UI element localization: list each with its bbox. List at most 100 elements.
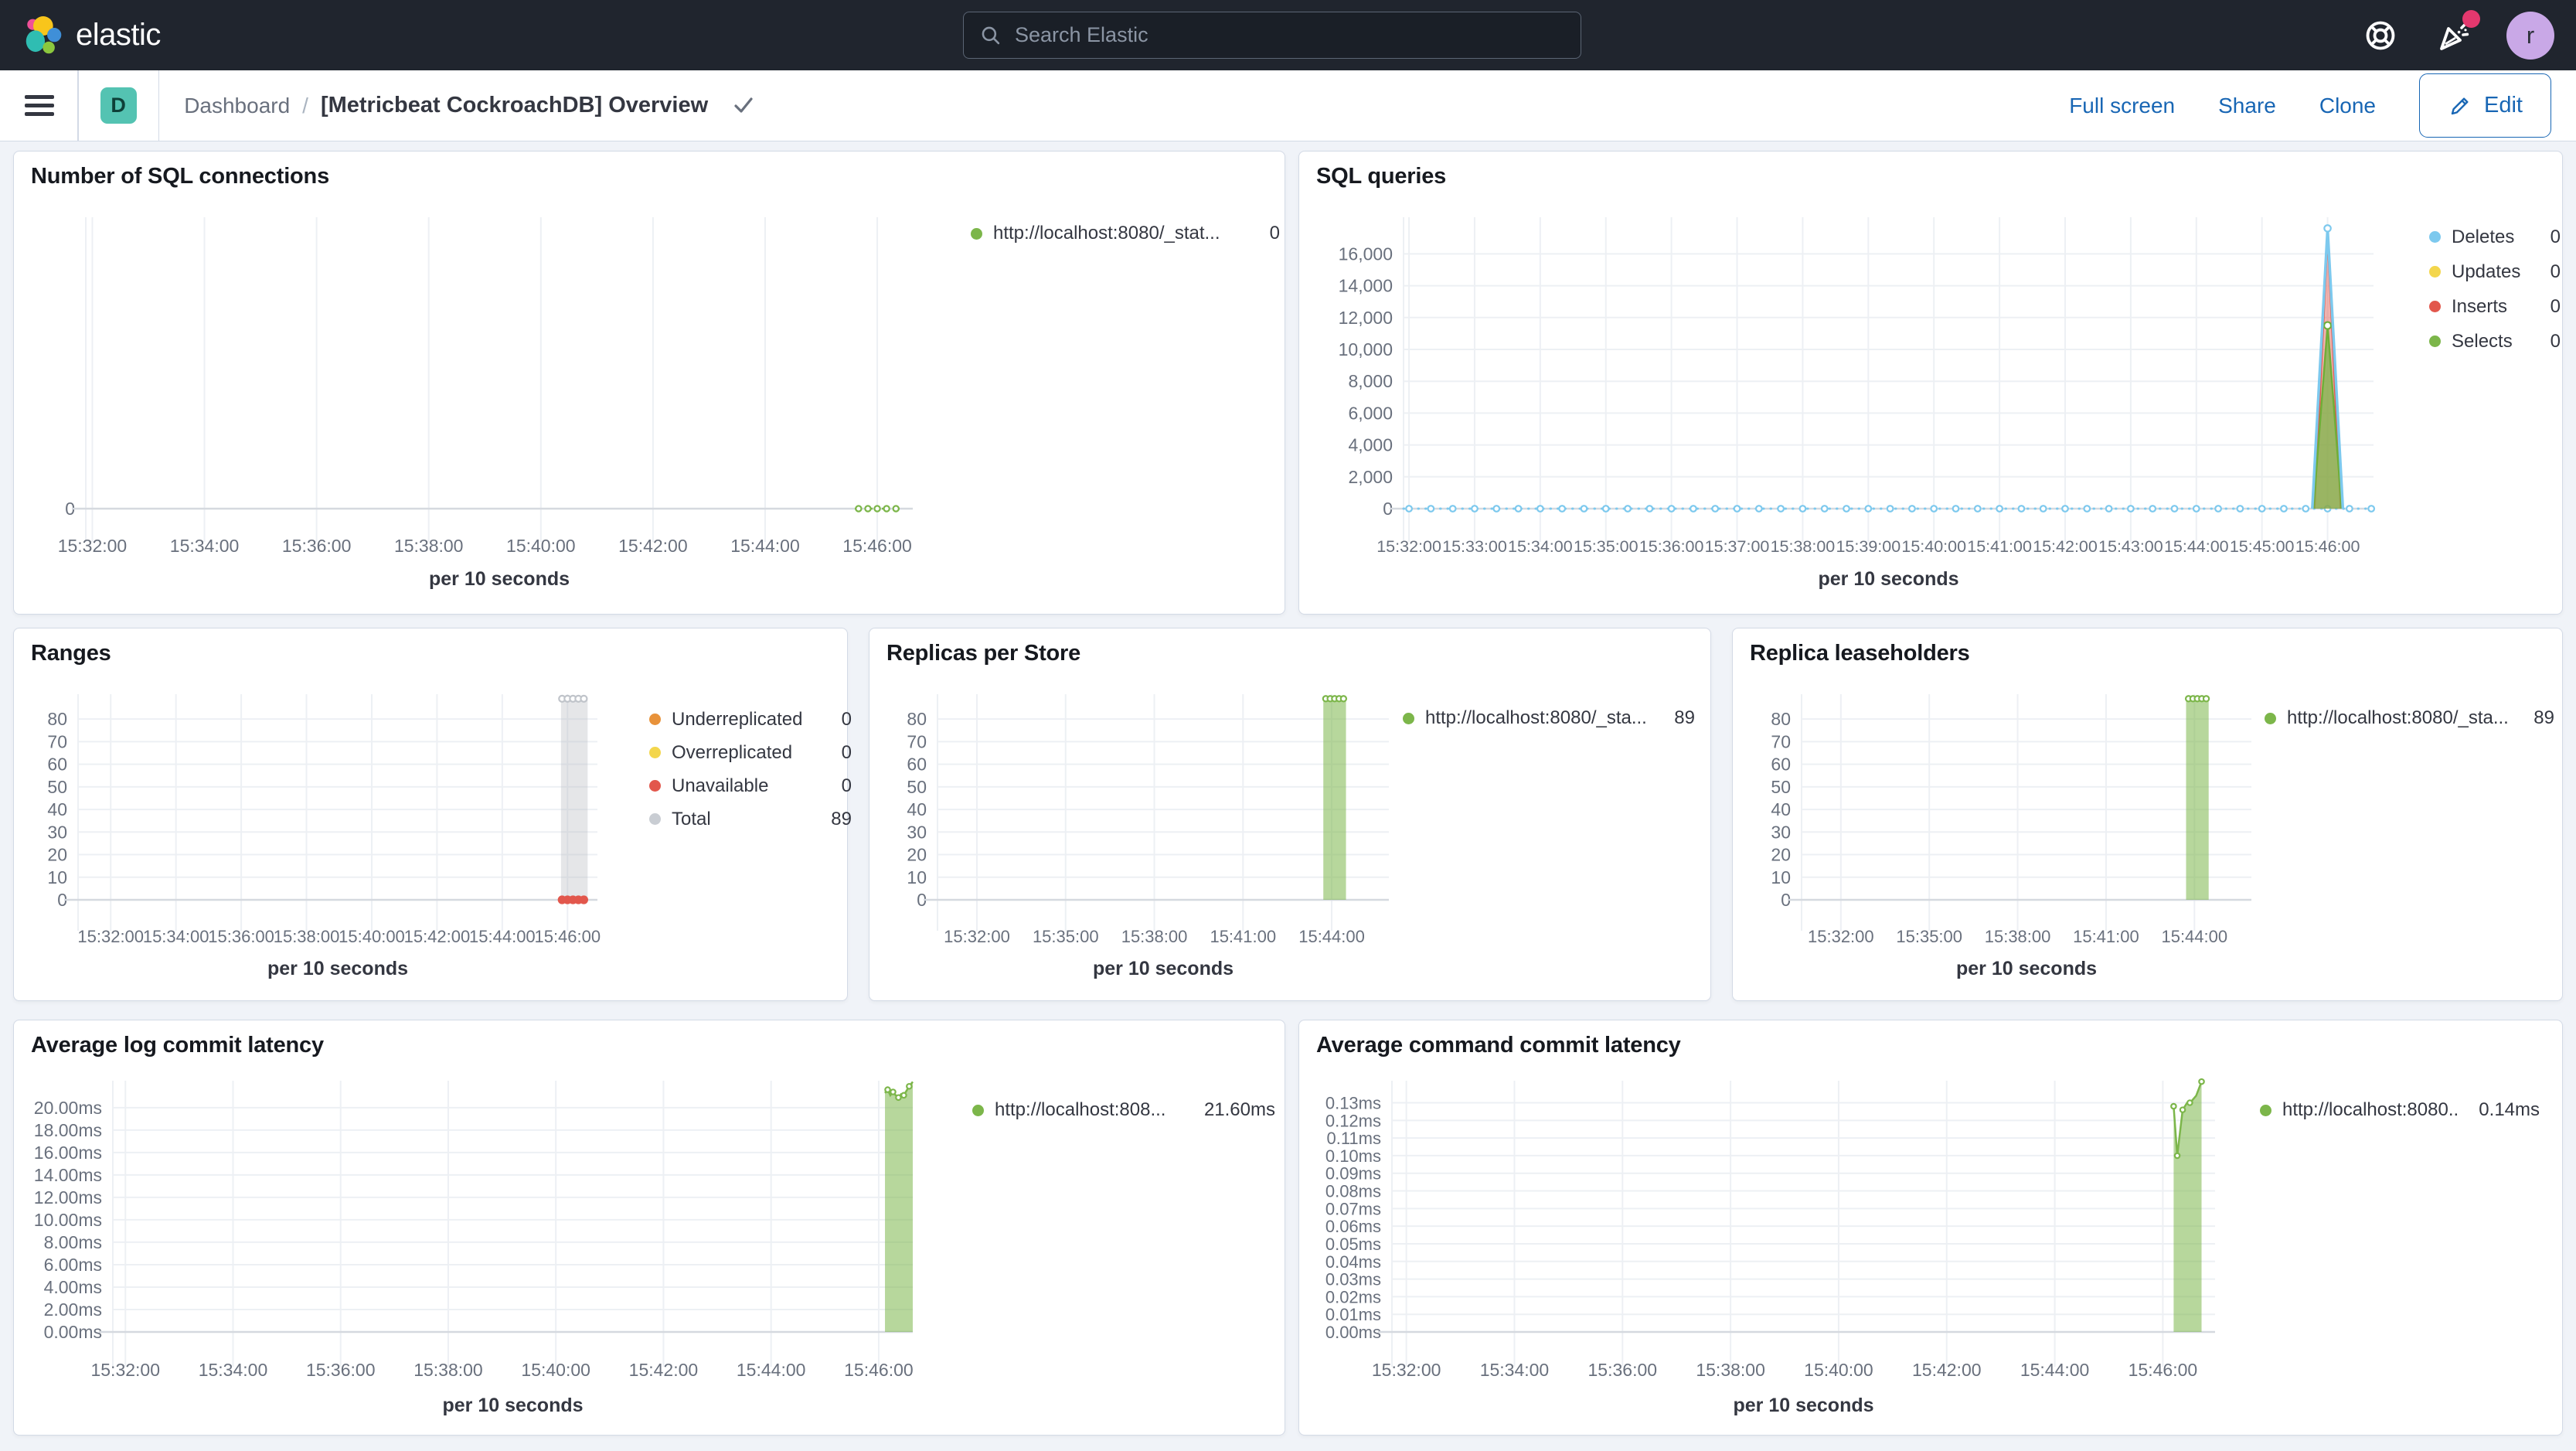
panel-sql-connections: Number of SQL connections 15:32:00 15:34:0… bbox=[13, 151, 1285, 615]
legend-dot-icon bbox=[2265, 712, 2276, 724]
legend-item[interactable]: Overreplicated 0 bbox=[649, 736, 852, 769]
svg-text:60: 60 bbox=[1771, 754, 1791, 775]
legend-label: http://localhost:8080... bbox=[2282, 1099, 2459, 1120]
legend-label: http://localhost:8080/_sta... bbox=[2287, 707, 2509, 728]
svg-text:15:33:00: 15:33:00 bbox=[1442, 537, 1507, 556]
legend-item[interactable]: http://localhost:808... 21.60ms bbox=[972, 1098, 1275, 1122]
newsfeed-icon[interactable] bbox=[2434, 9, 2480, 55]
legend-item[interactable]: http://localhost:8080... 0.14ms bbox=[2260, 1098, 2540, 1122]
legend-label: Selects bbox=[2452, 330, 2513, 352]
dashboard-toolbar: D Dashboard / [Metricbeat CockroachDB] O… bbox=[0, 70, 2576, 141]
space-switcher[interactable]: D bbox=[100, 87, 137, 124]
chart-legend: http://localhost:8080/_stat... 0 bbox=[971, 221, 1280, 246]
legend-item[interactable]: Selects 0 bbox=[2429, 324, 2561, 359]
elastic-brand[interactable]: elastic bbox=[0, 15, 161, 56]
svg-text:30: 30 bbox=[1771, 822, 1791, 842]
chart-sql-queries: 15:32:00 15:33:00 15:34:00 15:35:00 15:36:00… bbox=[1339, 217, 2376, 590]
svg-text:4.00ms: 4.00ms bbox=[44, 1277, 102, 1297]
svg-text:40: 40 bbox=[1771, 799, 1791, 819]
svg-text:0.07ms: 0.07ms bbox=[1325, 1199, 1381, 1218]
legend-dot-icon bbox=[2429, 266, 2441, 278]
svg-text:15:40:00: 15:40:00 bbox=[1804, 1360, 1873, 1380]
legend-dot-icon bbox=[2260, 1104, 2271, 1116]
menu-icon[interactable] bbox=[25, 90, 54, 121]
legend-label: Overreplicated bbox=[672, 741, 793, 763]
svg-text:18.00ms: 18.00ms bbox=[34, 1120, 102, 1140]
legend-label: Updates bbox=[2452, 261, 2521, 282]
full-screen-button[interactable]: Full screen bbox=[2069, 94, 2175, 118]
svg-text:15:42:00: 15:42:00 bbox=[2033, 537, 2098, 556]
svg-text:15:42:00: 15:42:00 bbox=[404, 927, 471, 946]
panel-avg-log-commit-latency: Average log commit latency 15:32:00 15:34:… bbox=[13, 1020, 1285, 1436]
elastic-logo-icon bbox=[26, 15, 62, 53]
svg-text:70: 70 bbox=[47, 731, 67, 751]
svg-text:60: 60 bbox=[47, 754, 67, 775]
svg-text:15:44:00: 15:44:00 bbox=[737, 1360, 806, 1380]
svg-text:30: 30 bbox=[47, 822, 67, 842]
svg-text:15:46:00: 15:46:00 bbox=[842, 536, 912, 556]
svg-text:0.12ms: 0.12ms bbox=[1325, 1111, 1381, 1130]
chart-legend: Underreplicated 0 Overreplicated 0 Unavailab… bbox=[649, 703, 852, 836]
legend-value: 89 bbox=[831, 808, 852, 829]
svg-text:40: 40 bbox=[47, 799, 67, 819]
legend-dot-icon bbox=[649, 747, 661, 758]
svg-text:15:36:00: 15:36:00 bbox=[1639, 537, 1704, 556]
svg-text:15:34:00: 15:34:00 bbox=[1508, 537, 1573, 556]
svg-text:15:40:00: 15:40:00 bbox=[521, 1360, 590, 1380]
legend-label: Unavailable bbox=[672, 775, 769, 796]
divider bbox=[77, 70, 79, 141]
global-search[interactable] bbox=[963, 12, 1581, 59]
legend-item[interactable]: Total 89 bbox=[649, 802, 852, 836]
svg-text:15:32:00: 15:32:00 bbox=[1372, 1360, 1441, 1380]
help-icon[interactable] bbox=[2361, 16, 2400, 55]
legend-label: Inserts bbox=[2452, 295, 2508, 317]
notification-badge bbox=[2462, 9, 2480, 28]
svg-text:15:42:00: 15:42:00 bbox=[629, 1360, 699, 1380]
legend-value: 0 bbox=[2550, 226, 2561, 247]
svg-text:15:46:00: 15:46:00 bbox=[534, 927, 601, 946]
legend-item[interactable]: Updates 0 bbox=[2429, 254, 2561, 289]
svg-text:15:41:00: 15:41:00 bbox=[1210, 927, 1276, 946]
legend-item[interactable]: http://localhost:8080/_stat... 0 bbox=[971, 221, 1280, 246]
svg-text:15:32:00: 15:32:00 bbox=[58, 536, 128, 556]
svg-text:15:44:00: 15:44:00 bbox=[730, 536, 800, 556]
chart-avg-command-commit-latency: 15:32:00 15:34:00 15:36:00 15:38:00 15:40:00… bbox=[1325, 1078, 2215, 1416]
panel-replicas-per-store: Replicas per Store 15:32:00 15:35:00 15:38:… bbox=[869, 628, 1711, 1001]
avatar-letter: r bbox=[2526, 21, 2535, 49]
svg-text:12,000: 12,000 bbox=[1339, 308, 1393, 328]
legend-item[interactable]: http://localhost:8080/_sta... 89 bbox=[2265, 706, 2554, 731]
svg-text:20: 20 bbox=[907, 845, 927, 865]
legend-value: 0 bbox=[841, 775, 852, 796]
svg-text:15:35:00: 15:35:00 bbox=[1033, 927, 1099, 946]
svg-text:70: 70 bbox=[907, 731, 927, 751]
legend-item[interactable]: http://localhost:8080/_sta... 89 bbox=[1403, 706, 1695, 731]
search-input[interactable] bbox=[1015, 23, 1567, 47]
svg-text:15:46:00: 15:46:00 bbox=[2129, 1360, 2198, 1380]
check-icon bbox=[731, 94, 756, 118]
svg-text:16,000: 16,000 bbox=[1339, 244, 1393, 264]
legend-item[interactable]: Inserts 0 bbox=[2429, 289, 2561, 324]
legend-label: http://localhost:8080/_stat... bbox=[993, 223, 1220, 244]
top-app-bar: elastic Search Elastic r bbox=[0, 0, 2576, 70]
breadcrumb-dashboard-link[interactable]: Dashboard bbox=[184, 94, 290, 118]
share-button[interactable]: Share bbox=[2218, 94, 2276, 118]
svg-text:6,000: 6,000 bbox=[1348, 403, 1393, 423]
svg-text:15:38:00: 15:38:00 bbox=[413, 1360, 483, 1380]
legend-item[interactable]: Deletes 0 bbox=[2429, 220, 2561, 254]
legend-item[interactable]: Unavailable 0 bbox=[649, 769, 852, 802]
chart-avg-log-commit-latency: 15:32:00 15:34:00 15:36:00 15:38:00 15:40:00… bbox=[34, 1081, 914, 1416]
edit-button[interactable]: Edit bbox=[2419, 73, 2551, 138]
user-avatar[interactable]: r bbox=[2506, 11, 2554, 60]
svg-text:15:34:00: 15:34:00 bbox=[199, 1360, 268, 1380]
legend-item[interactable]: Underreplicated 0 bbox=[649, 703, 852, 736]
panel-replica-leaseholders: Replica leaseholders 15:32:00 15:35:00 15:3… bbox=[1732, 628, 2563, 1001]
clone-button[interactable]: Clone bbox=[2319, 94, 2376, 118]
svg-text:per 10 seconds: per 10 seconds bbox=[1818, 568, 1958, 590]
svg-text:15:36:00: 15:36:00 bbox=[1588, 1360, 1658, 1380]
legend-value: 0 bbox=[1269, 223, 1280, 244]
svg-text:40: 40 bbox=[907, 799, 927, 819]
svg-text:14,000: 14,000 bbox=[1339, 276, 1393, 296]
svg-text:10: 10 bbox=[47, 867, 67, 887]
svg-text:20.00ms: 20.00ms bbox=[34, 1098, 102, 1118]
svg-text:15:42:00: 15:42:00 bbox=[618, 536, 688, 556]
